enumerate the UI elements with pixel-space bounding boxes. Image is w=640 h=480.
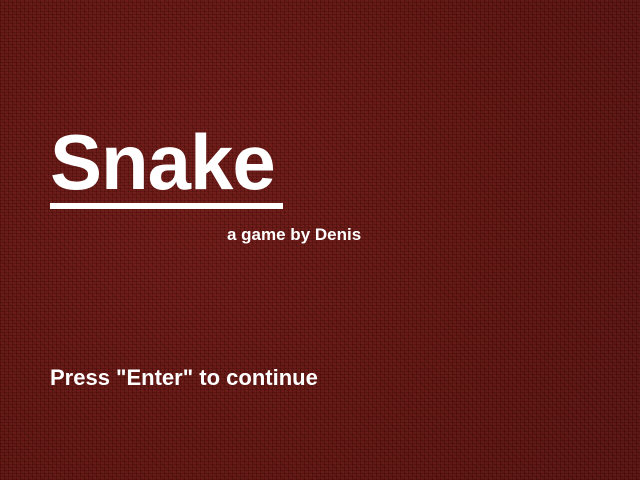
author-byline: a game by Denis xyxy=(227,225,362,244)
title-underline xyxy=(50,203,283,209)
title-screen: Snake a game by Denis Press "Enter" to c… xyxy=(0,0,640,480)
continue-prompt[interactable]: Press "Enter" to continue xyxy=(50,365,318,391)
game-title: Snake xyxy=(50,118,276,206)
